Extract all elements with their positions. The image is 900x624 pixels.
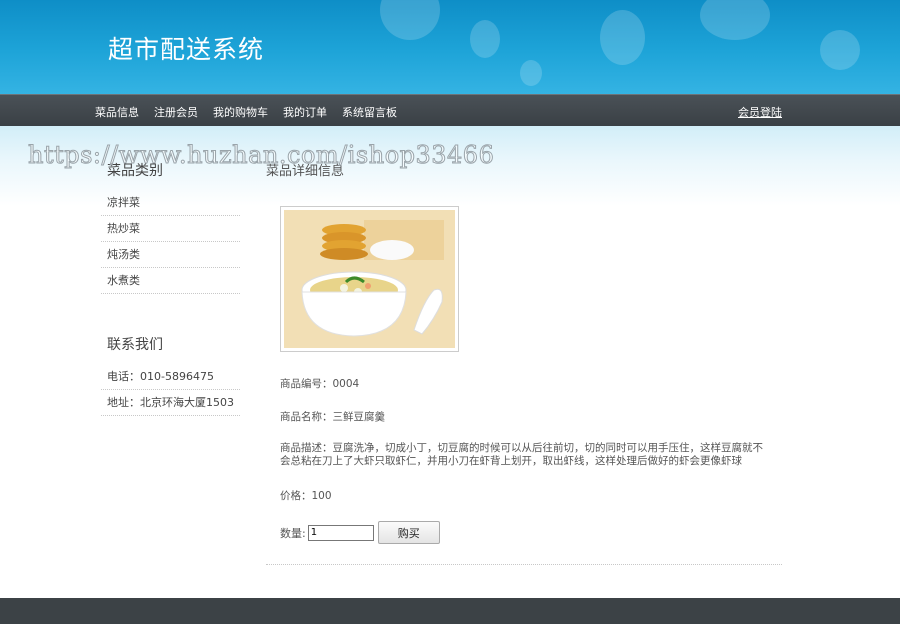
header-decoration <box>820 30 860 70</box>
product-price: 价格：100 <box>280 490 332 502</box>
nav-bar: 菜品信息 注册会员 我的购物车 我的订单 系统留言板 会员登陆 <box>0 94 900 126</box>
nav-item-cart[interactable]: 我的购物车 <box>213 104 268 120</box>
category-list: 凉拌菜 热炒菜 炖汤类 水煮类 <box>101 190 240 294</box>
site-header: 超市配送系统 <box>0 0 900 94</box>
header-decoration <box>470 20 500 58</box>
nav-item-register[interactable]: 注册会员 <box>154 104 198 120</box>
category-item-soups[interactable]: 炖汤类 <box>101 242 240 268</box>
member-login-link[interactable]: 会员登陆 <box>738 104 782 120</box>
site-footer <box>0 598 900 624</box>
buy-button[interactable]: 购买 <box>377 521 440 544</box>
product-description: 商品描述：豆腐洗净，切成小丁，切豆腐的时候可以从后往前切，切的同时可以用手压住，… <box>280 442 763 467</box>
nav-list: 菜品信息 注册会员 我的购物车 我的订单 系统留言板 <box>95 104 412 120</box>
category-item-boiled[interactable]: 水煮类 <box>101 268 240 294</box>
header-decoration <box>700 0 770 40</box>
soup-bowl-illustration <box>284 210 455 348</box>
site-title: 超市配送系统 <box>108 35 265 64</box>
nav-item-dishes[interactable]: 菜品信息 <box>95 104 139 120</box>
contact-heading: 联系我们 <box>107 337 163 353</box>
header-decoration <box>380 0 440 40</box>
sidebar: 菜品类别 凉拌菜 热炒菜 炖汤类 水煮类 联系我们 电话：010-5896475… <box>101 160 240 416</box>
header-decoration <box>520 60 542 86</box>
contact-address: 地址：北京环海大厦1503 <box>101 390 240 416</box>
product-image <box>280 206 459 352</box>
divider <box>266 564 782 565</box>
contact-list: 电话：010-5896475 地址：北京环海大厦1503 <box>101 364 240 416</box>
nav-item-message-board[interactable]: 系统留言板 <box>342 104 397 120</box>
nav-item-orders[interactable]: 我的订单 <box>283 104 327 120</box>
watermark: https://www.huzhan.com/ishop33466 <box>27 141 495 170</box>
quantity-row: 数量: 购买 <box>280 521 440 544</box>
soup-photo <box>284 210 455 348</box>
product-name: 商品名称：三鲜豆腐羹 <box>280 411 385 423</box>
category-item-cold-dishes[interactable]: 凉拌菜 <box>101 190 240 216</box>
product-id: 商品编号：0004 <box>280 378 360 390</box>
contact-phone: 电话：010-5896475 <box>101 364 240 390</box>
category-item-stir-fry[interactable]: 热炒菜 <box>101 216 240 242</box>
quantity-label: 数量: <box>280 526 306 540</box>
quantity-input[interactable] <box>307 524 374 541</box>
header-decoration <box>600 10 645 65</box>
